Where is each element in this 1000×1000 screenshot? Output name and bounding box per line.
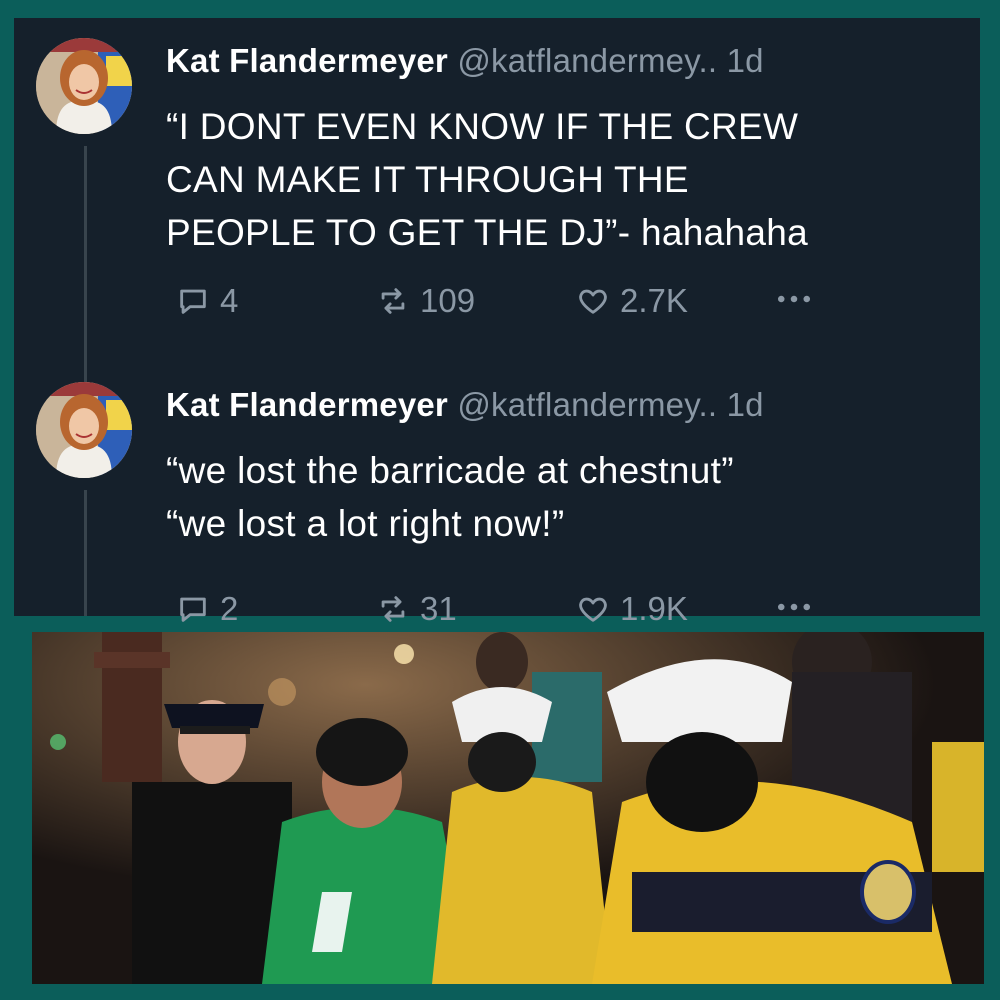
author-handle[interactable]: @katflandermey.. [457, 42, 717, 79]
like-count: 1.9K [620, 590, 688, 627]
more-button[interactable] [772, 590, 816, 624]
like-button[interactable]: 1.9K [576, 590, 688, 628]
tweet-1[interactable]: Kat Flandermeyer @katflandermey.. 1d “I … [14, 18, 980, 378]
reply-button[interactable]: 2 [176, 590, 238, 628]
tweet-actions: 4 109 2.7K [164, 282, 864, 326]
crowd-police-photo [32, 632, 984, 984]
tweet-thread-panel: Kat Flandermeyer @katflandermey.. 1d “I … [14, 18, 980, 627]
reply-button[interactable]: 4 [176, 282, 238, 320]
reply-icon [180, 597, 206, 622]
tweet-text-line: “we lost the barricade at chestnut” [166, 450, 734, 491]
reply-count: 2 [220, 590, 239, 627]
timestamp[interactable]: 1d [727, 386, 764, 423]
photo-illustration [32, 632, 984, 984]
author-name[interactable]: Kat Flandermeyer [166, 42, 448, 79]
tweet-text-line: “I DONT EVEN KNOW IF THE CREW [166, 106, 799, 147]
avatar[interactable] [36, 382, 132, 478]
more-icon [777, 603, 811, 611]
tweet-header: Kat Flandermeyer @katflandermey.. 1d [166, 386, 764, 424]
tweet-actions: 2 31 1.9K [164, 590, 864, 634]
tweet-text-line: CAN MAKE IT THROUGH THE [166, 159, 689, 200]
tweet-text: “we lost the barricade at chestnut” “we … [166, 444, 734, 550]
retweet-icon [381, 596, 405, 622]
retweet-button[interactable]: 31 [376, 590, 457, 628]
avatar[interactable] [36, 38, 132, 134]
like-icon [579, 597, 607, 622]
reply-count: 4 [220, 282, 239, 319]
retweet-icon [381, 288, 405, 314]
reply-icon [180, 289, 206, 314]
tweet-text: “I DONT EVEN KNOW IF THE CREW CAN MAKE I… [166, 100, 808, 259]
retweet-count: 31 [420, 590, 457, 627]
author-handle[interactable]: @katflandermey.. [457, 386, 717, 423]
timestamp[interactable]: 1d [727, 42, 764, 79]
tweet-2[interactable]: Kat Flandermeyer @katflandermey.. 1d “we… [14, 362, 980, 627]
like-icon [579, 289, 607, 314]
like-count: 2.7K [620, 282, 688, 319]
retweet-count: 109 [420, 282, 476, 319]
retweet-button[interactable]: 109 [376, 282, 475, 320]
avatar-image [36, 382, 132, 478]
author-name[interactable]: Kat Flandermeyer [166, 386, 448, 423]
tweet-text-line: “we lost a lot right now!” [166, 503, 565, 544]
more-button[interactable] [772, 282, 816, 316]
tweet-text-line: PEOPLE TO GET THE DJ”- hahahaha [166, 212, 809, 253]
tweet-header: Kat Flandermeyer @katflandermey.. 1d [166, 42, 764, 80]
avatar-image [36, 38, 132, 134]
like-button[interactable]: 2.7K [576, 282, 688, 320]
more-icon [777, 295, 811, 303]
